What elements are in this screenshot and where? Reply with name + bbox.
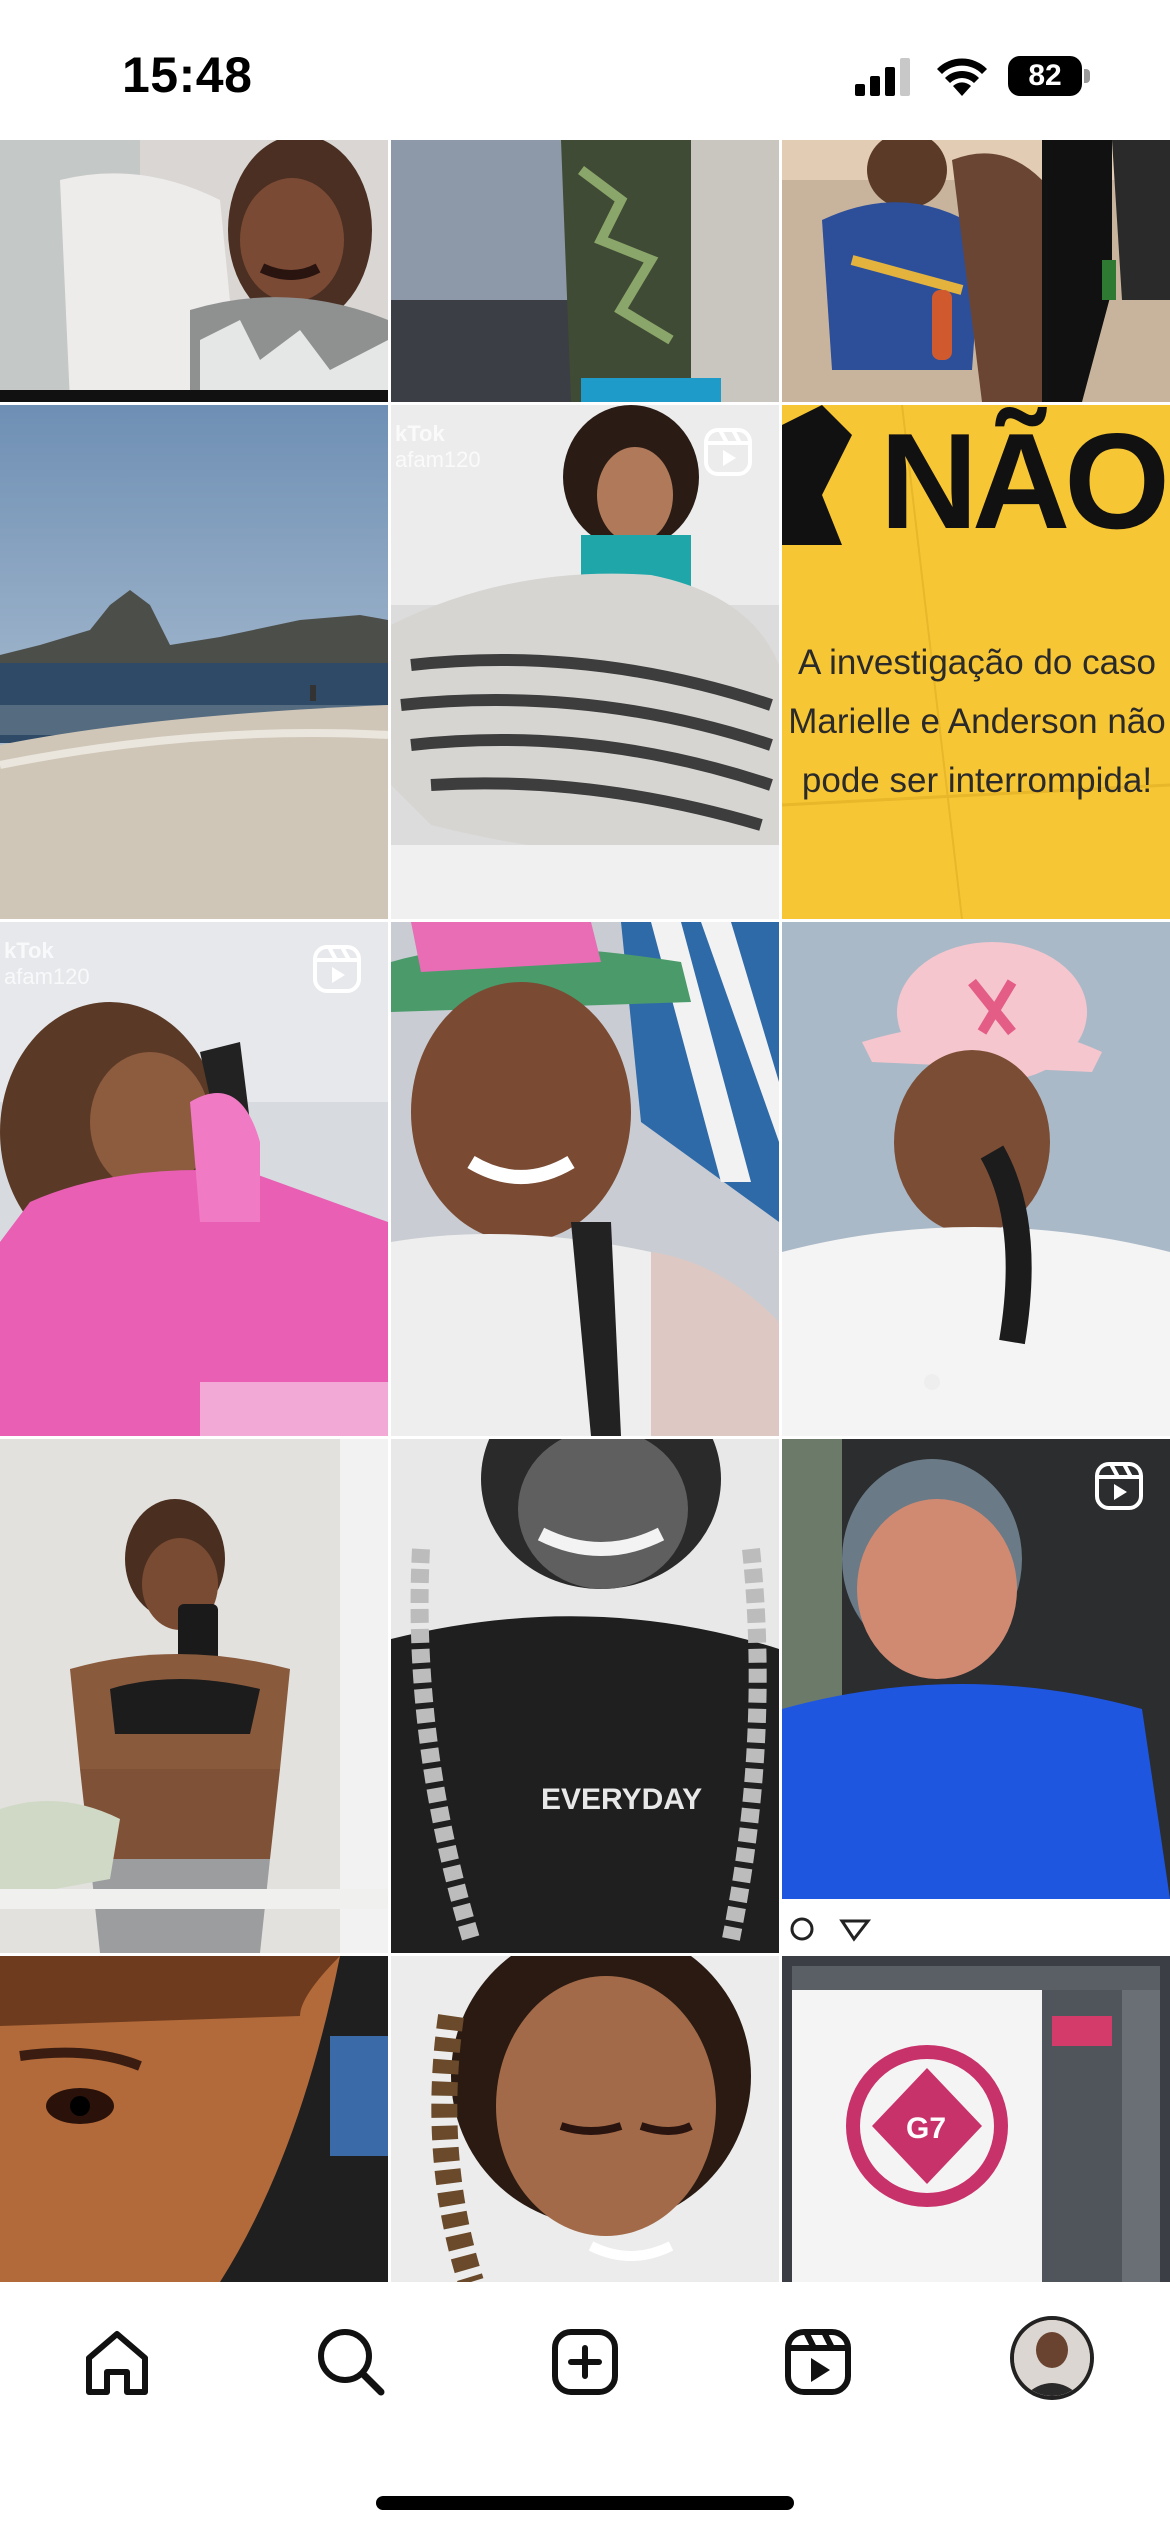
post-tile[interactable]: NÃO A investigação do caso Marielle e An… bbox=[782, 405, 1170, 919]
post-tile[interactable]: EVERYDAY bbox=[391, 1439, 779, 1953]
logo-text: G7 bbox=[906, 2112, 946, 2145]
battery-tip bbox=[1084, 69, 1090, 83]
home-icon[interactable] bbox=[77, 2322, 157, 2402]
post-tile[interactable]: kTok afam120 bbox=[391, 405, 779, 919]
tiktok-watermark: kTok bbox=[4, 938, 54, 963]
post-thumbnail-image: EVERYDAY bbox=[391, 1439, 779, 1953]
reel-badge-icon bbox=[703, 427, 753, 477]
poster-body: A investigação do caso Marielle e Anders… bbox=[788, 643, 1166, 800]
bottom-navigation-bar bbox=[0, 2282, 1170, 2532]
post-thumbnail-image bbox=[0, 405, 388, 919]
post-thumbnail-image bbox=[391, 405, 779, 919]
reel-badge-icon bbox=[1094, 1461, 1144, 1511]
post-thumbnail-image bbox=[782, 140, 1170, 402]
post-thumbnail-image bbox=[0, 1956, 388, 2282]
post-thumbnail-image bbox=[782, 1439, 1170, 1953]
post-thumbnail-image bbox=[0, 140, 388, 402]
create-post-icon[interactable] bbox=[545, 2322, 625, 2402]
post-tile[interactable] bbox=[0, 1439, 388, 1953]
post-thumbnail-image: G7 bbox=[782, 1956, 1170, 2282]
profile-post-grid: kTok afam120 NÃO A investigação do caso … bbox=[0, 140, 1170, 2282]
avatar-image bbox=[1014, 2320, 1090, 2396]
post-tile[interactable] bbox=[391, 140, 779, 402]
post-thumbnail-image bbox=[391, 922, 779, 1436]
shirt-text: EVERYDAY bbox=[541, 1783, 702, 1816]
post-thumbnail-image bbox=[782, 922, 1170, 1436]
tiktok-handle: afam120 bbox=[4, 964, 90, 989]
tiktok-handle: afam120 bbox=[395, 447, 481, 472]
post-tile[interactable] bbox=[0, 1956, 388, 2282]
status-bar: 15:48 82 bbox=[0, 0, 1170, 140]
home-indicator bbox=[376, 2496, 794, 2510]
poster-headline: NÃO bbox=[879, 405, 1170, 557]
profile-avatar[interactable] bbox=[1010, 2316, 1094, 2400]
battery-indicator: 82 bbox=[1008, 56, 1090, 96]
post-tile[interactable] bbox=[782, 1439, 1170, 1953]
wifi-icon bbox=[937, 58, 987, 96]
battery-level: 82 bbox=[1028, 59, 1062, 92]
reels-icon[interactable] bbox=[778, 2322, 858, 2402]
tiktok-watermark: kTok bbox=[395, 421, 445, 446]
post-tile[interactable] bbox=[782, 922, 1170, 1436]
post-tile[interactable] bbox=[782, 140, 1170, 402]
post-thumbnail-image bbox=[391, 1956, 779, 2282]
post-thumbnail-image bbox=[391, 140, 779, 402]
search-icon[interactable] bbox=[311, 2322, 391, 2402]
status-time: 15:48 bbox=[122, 47, 253, 103]
post-tile[interactable] bbox=[391, 1956, 779, 2282]
post-tile[interactable] bbox=[0, 140, 388, 402]
post-tile[interactable] bbox=[0, 405, 388, 919]
post-tile[interactable]: G7 bbox=[782, 1956, 1170, 2282]
reel-badge-icon bbox=[312, 944, 362, 994]
post-tile[interactable]: kTok afam120 bbox=[0, 922, 388, 1436]
post-thumbnail-image bbox=[0, 922, 388, 1436]
post-thumbnail-image bbox=[0, 1439, 388, 1953]
post-tile[interactable] bbox=[391, 922, 779, 1436]
cellular-signal-icon bbox=[855, 58, 910, 96]
